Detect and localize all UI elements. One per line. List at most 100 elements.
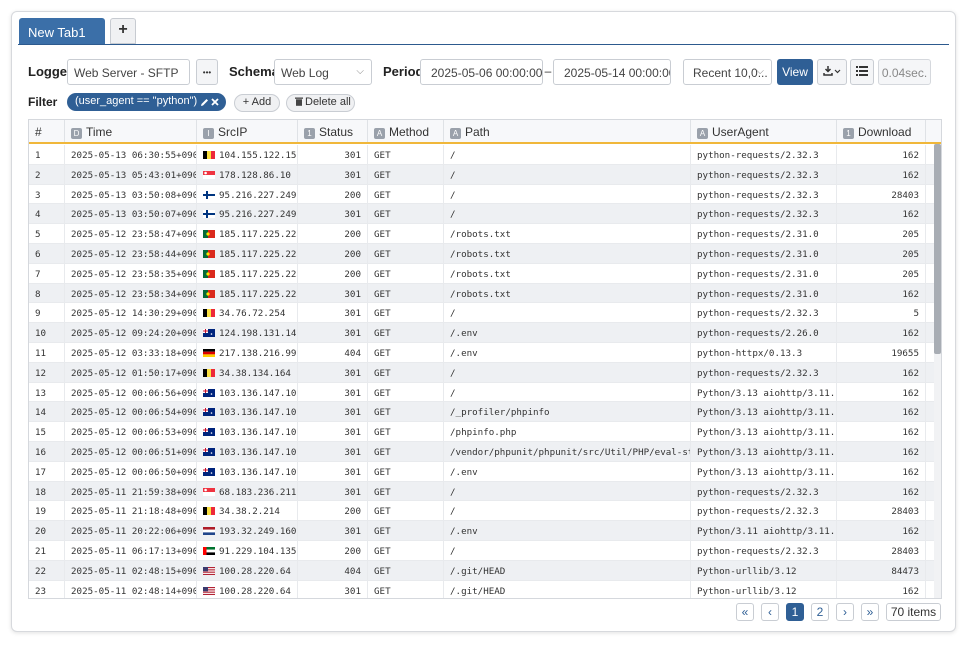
cell-srcip: 34.76.72.254 <box>197 303 298 324</box>
table-row[interactable]: 8 2025-05-12 23:58:34+0900 185.117.225.224… <box>29 283 934 304</box>
header-col-time[interactable]: D Time <box>65 120 197 142</box>
cell-srcip: 68.183.236.211 <box>197 481 298 502</box>
flag-pt-icon <box>203 230 215 239</box>
cell-srcip: 103.136.147.107 <box>197 402 298 423</box>
cell-srcip: 100.28.220.64 <box>197 580 298 598</box>
add-filter-button[interactable]: + Add <box>234 94 280 112</box>
cell-path: / <box>444 184 691 205</box>
table-header: # D Time I SrcIP 1 Status A Method A Path A UserAgen… <box>29 120 941 144</box>
table-row[interactable]: 12 2025-05-12 01:50:17+0900 34.38.134.164 3… <box>29 362 934 383</box>
table-row[interactable]: 3 2025-05-13 03:50:08+0900 95.216.227.249 2… <box>29 184 934 205</box>
ip-text: 103.136.147.107 <box>219 407 298 419</box>
cell-index: 22 <box>29 560 65 581</box>
header-col-method[interactable]: A Method <box>368 120 444 142</box>
close-icon[interactable] <box>211 98 219 106</box>
ip-text: 178.128.86.10 <box>219 169 291 181</box>
cell-index: 23 <box>29 580 65 598</box>
cell-method: GET <box>368 461 444 482</box>
cell-useragent: Python-urllib/3.12 <box>691 560 837 581</box>
cell-method: GET <box>368 323 444 343</box>
cell-time: 2025-05-11 02:48:14+0900 <box>65 580 197 598</box>
cell-srcip: 103.136.147.107 <box>197 422 298 442</box>
delete-all-button[interactable]: Delete all <box>286 94 355 112</box>
ip-text: 68.183.236.211 <box>219 486 297 498</box>
table-row[interactable]: 14 2025-05-12 00:06:54+0900 103.136.147.10… <box>29 402 934 423</box>
view-button[interactable]: View <box>777 59 813 85</box>
cell-download: 28403 <box>837 541 926 561</box>
period-separator: – <box>544 64 552 78</box>
type-badge: D <box>71 128 82 139</box>
logger-more-button[interactable]: ••• <box>196 59 218 85</box>
header-col-download[interactable]: 1 Download <box>837 120 926 142</box>
download-menu-button[interactable] <box>817 59 847 85</box>
table-row[interactable]: 13 2025-05-12 00:06:56+0900 103.136.147.10… <box>29 382 934 403</box>
cell-srcip: 91.229.104.135 <box>197 541 298 561</box>
type-badge: A <box>374 128 385 139</box>
cell-useragent: python-requests/2.26.0 <box>691 323 837 343</box>
schema-value: Web Log <box>281 66 329 80</box>
filter-chip[interactable]: (user_agent == "python") <box>67 93 226 111</box>
table-row[interactable]: 7 2025-05-12 23:58:35+0900 185.117.225.224… <box>29 263 934 284</box>
flag-au-icon <box>203 428 215 437</box>
last-page-button[interactable]: » <box>861 603 879 621</box>
recent-select[interactable]: Recent 10,0... ⌵ <box>683 59 772 85</box>
columns-button[interactable] <box>850 59 874 85</box>
header-col-status[interactable]: 1 Status <box>298 120 368 142</box>
table-row[interactable]: 16 2025-05-12 00:06:51+0900 103.136.147.10… <box>29 442 934 462</box>
flag-be-icon <box>203 507 215 516</box>
table-row[interactable]: 5 2025-05-12 23:58:47+0900 185.117.225.224… <box>29 224 934 244</box>
header-col-path[interactable]: A Path <box>444 120 691 142</box>
header-col-useragent[interactable]: A UserAgent <box>691 120 837 142</box>
table-row[interactable]: 15 2025-05-12 00:06:53+0900 103.136.147.10… <box>29 422 934 442</box>
cell-srcip: 100.28.220.64 <box>197 560 298 581</box>
flag-fi-icon <box>203 190 215 199</box>
cell-method: GET <box>368 580 444 598</box>
page-button-2[interactable]: 2 <box>811 603 829 621</box>
vertical-scrollbar[interactable] <box>934 144 941 598</box>
table-row[interactable]: 18 2025-05-11 21:59:38+0900 68.183.236.211… <box>29 481 934 502</box>
cell-method: GET <box>368 402 444 423</box>
flag-au-icon <box>203 448 215 456</box>
prev-page-button[interactable]: ‹ <box>761 603 779 621</box>
table-row[interactable]: 6 2025-05-12 23:58:44+0900 185.117.225.224… <box>29 244 934 264</box>
table-row[interactable]: 4 2025-05-13 03:50:07+0900 95.216.227.249 3… <box>29 204 934 225</box>
table-row[interactable]: 17 2025-05-12 00:06:50+0900 103.136.147.10… <box>29 461 934 482</box>
table-row[interactable]: 20 2025-05-11 20:22:06+0900 193.32.249.160… <box>29 521 934 541</box>
table-row[interactable]: 9 2025-05-12 14:30:29+0900 34.76.72.254 301… <box>29 303 934 324</box>
period-to-input[interactable]: 2025-05-14 00:00:00 <box>553 59 671 85</box>
cell-index: 7 <box>29 263 65 284</box>
first-page-button[interactable]: « <box>736 603 754 621</box>
cell-index: 11 <box>29 343 65 363</box>
cell-index: 10 <box>29 323 65 343</box>
table-row[interactable]: 19 2025-05-11 21:18:48+0900 34.38.2.214 200… <box>29 501 934 522</box>
add-tab-button[interactable]: + <box>110 18 136 44</box>
tab-new-tab1[interactable]: New Tab1 <box>19 18 105 44</box>
cell-method: GET <box>368 164 444 185</box>
table-row[interactable]: 21 2025-05-11 06:17:13+0900 91.229.104.135… <box>29 541 934 561</box>
cell-path: /robots.txt <box>444 224 691 244</box>
table-row[interactable]: 23 2025-05-11 02:48:14+0900 100.28.220.64 3… <box>29 580 934 598</box>
logger-input[interactable]: Web Server - SFTP <box>67 59 190 85</box>
page-button-1[interactable]: 1 <box>786 603 804 621</box>
header-col-index[interactable]: # <box>29 120 65 142</box>
period-from-input[interactable]: 2025-05-06 00:00:00 <box>420 59 543 85</box>
scrollbar-thumb[interactable] <box>934 144 941 354</box>
cell-time: 2025-05-12 01:50:17+0900 <box>65 362 197 383</box>
cell-status: 200 <box>298 244 368 264</box>
header-col-srcip[interactable]: I SrcIP <box>197 120 298 142</box>
schema-select[interactable]: Web Log ⌵ <box>274 59 372 85</box>
table-row[interactable]: 1 2025-05-13 06:30:55+0900 104.155.122.159… <box>29 145 934 165</box>
pencil-icon[interactable] <box>200 98 209 107</box>
cell-status: 200 <box>298 541 368 561</box>
chevron-down-icon: ⌵ <box>356 66 364 77</box>
cell-index: 4 <box>29 204 65 225</box>
cell-download: 162 <box>837 323 926 343</box>
cell-srcip: 103.136.147.107 <box>197 442 298 462</box>
table-row[interactable]: 2 2025-05-13 05:43:01+0900 178.128.86.10 30… <box>29 164 934 185</box>
next-page-button[interactable]: › <box>836 603 854 621</box>
table-row[interactable]: 10 2025-05-12 09:24:20+0900 124.198.131.14… <box>29 323 934 343</box>
table-row[interactable]: 11 2025-05-12 03:33:18+0900 217.138.216.99… <box>29 343 934 363</box>
flag-be-icon <box>203 151 215 159</box>
cell-method: GET <box>368 283 444 304</box>
table-row[interactable]: 22 2025-05-11 02:48:15+0900 100.28.220.64 4… <box>29 560 934 581</box>
